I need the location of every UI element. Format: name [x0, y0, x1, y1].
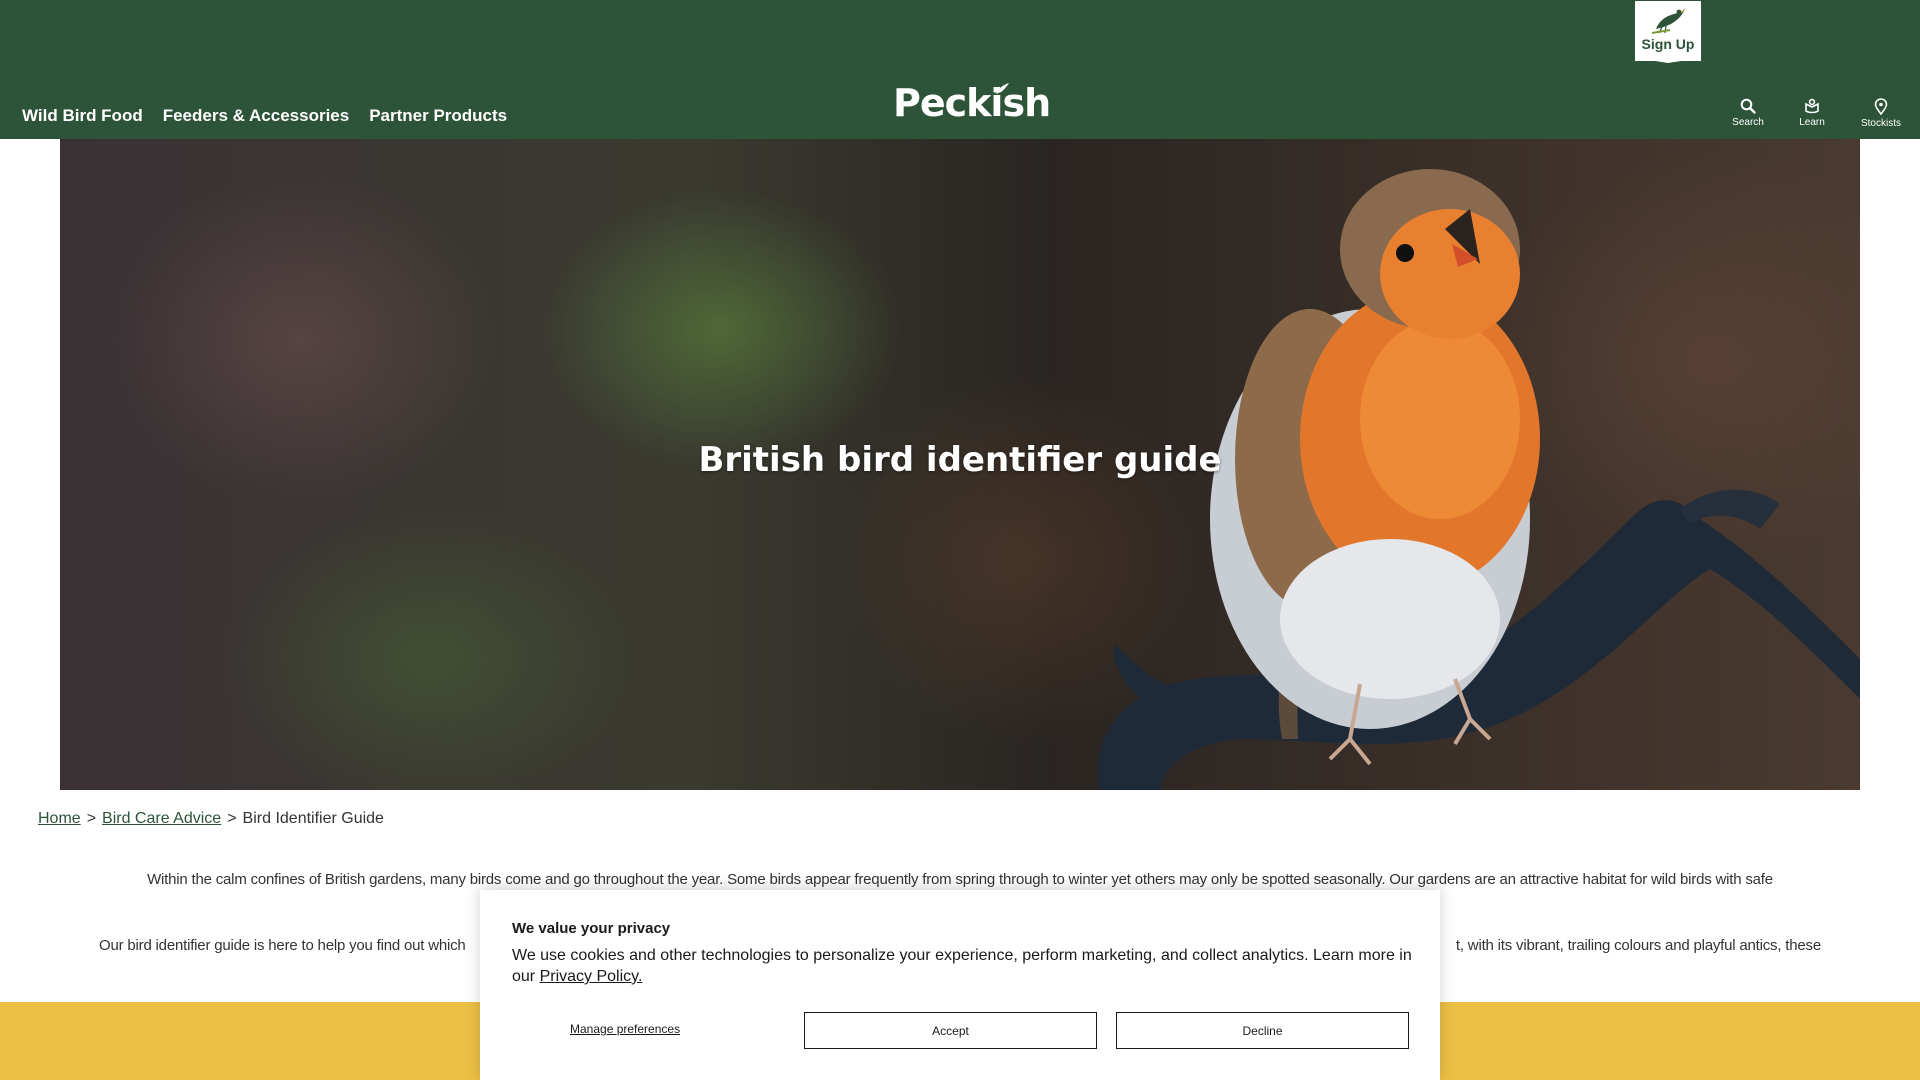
bird-icon: [1651, 8, 1685, 34]
cookie-body-text: We use cookies and other technologies to…: [512, 947, 1412, 985]
signup-label: Sign Up: [1641, 36, 1695, 52]
breadcrumb-home[interactable]: Home: [38, 810, 81, 827]
decline-button[interactable]: Decline: [1116, 1012, 1409, 1049]
breadcrumb-separator: >: [227, 810, 237, 827]
breadcrumb-bird-care-advice[interactable]: Bird Care Advice: [102, 810, 221, 827]
cookie-body: We use cookies and other technologies to…: [512, 945, 1412, 987]
intro-paragraph-2-end: t, with its vibrant, trailing colours an…: [1455, 937, 1821, 954]
cookie-consent-banner: We value your privacy We use cookies and…: [480, 890, 1440, 1080]
breadcrumb-current: Bird Identifier Guide: [242, 810, 384, 827]
nav-wild-bird-food[interactable]: Wild Bird Food: [22, 106, 143, 126]
search-button[interactable]: Search: [1718, 98, 1778, 128]
manage-preferences-button[interactable]: Manage preferences: [570, 1022, 680, 1036]
intro-paragraph-1: Within the calm confines of British gard…: [147, 871, 1773, 888]
intro-paragraph-2-start: Our bird identifier guide is here to hel…: [99, 937, 466, 954]
logo-text: Peckish: [893, 81, 1051, 125]
cookie-title: We value your privacy: [512, 920, 671, 937]
privacy-policy-link[interactable]: Privacy Policy.: [540, 968, 643, 985]
accept-button[interactable]: Accept: [804, 1012, 1097, 1049]
learn-button[interactable]: Learn: [1782, 98, 1842, 128]
signup-tab-notch: [1635, 58, 1701, 63]
peckish-logo[interactable]: Peckish: [893, 80, 1051, 126]
nav-partner-products[interactable]: Partner Products: [369, 106, 507, 126]
learn-icon: [1805, 98, 1819, 114]
breadcrumb: Home > Bird Care Advice > Bird Identifier Gu…: [38, 810, 384, 828]
learn-label: Learn: [1799, 117, 1825, 128]
logo-bird-icon: [996, 83, 1009, 94]
location-pin-icon: [1874, 98, 1888, 115]
site-header: Wild Bird Food Feeders & Accessories Par…: [0, 0, 1920, 139]
main-nav: Wild Bird Food Feeders & Accessories Par…: [22, 106, 507, 126]
hero-title: British bird identifier guide: [698, 440, 1222, 480]
nav-feeders-accessories[interactable]: Feeders & Accessories: [163, 106, 349, 126]
stockists-label: Stockists: [1860, 118, 1901, 129]
search-label: Search: [1732, 117, 1764, 128]
stockists-button[interactable]: Stockists: [1851, 98, 1911, 129]
signup-button[interactable]: Sign Up: [1635, 1, 1701, 61]
breadcrumb-separator: >: [86, 810, 97, 827]
search-icon: [1740, 98, 1756, 114]
